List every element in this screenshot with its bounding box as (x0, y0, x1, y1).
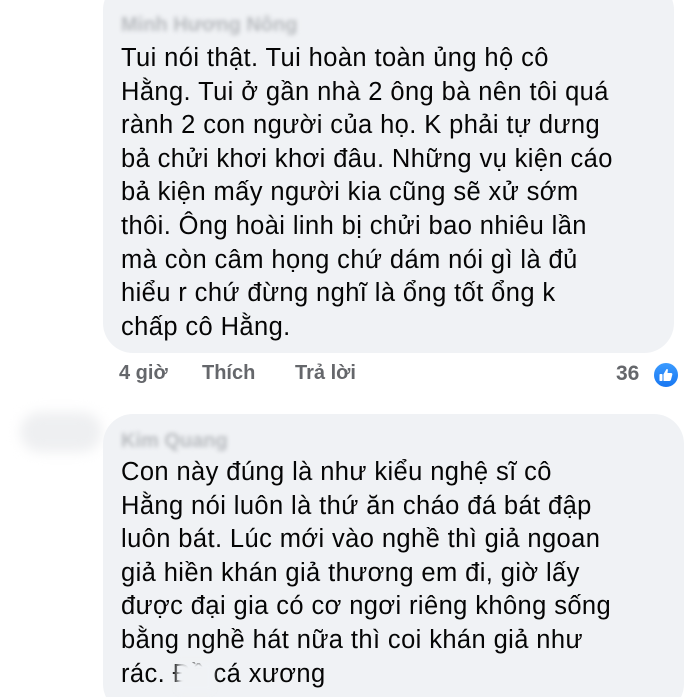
comment-thread: Minh Hương Nông Tui nói thật. Tui hoàn t… (0, 0, 700, 697)
reply-button[interactable]: Trả lời (295, 362, 356, 385)
comment-text: Con này đúng là như kiểu nghệ sĩ cô Hằng… (121, 458, 612, 688)
like-button[interactable]: Thích (202, 362, 255, 385)
thumbs-up-icon[interactable] (652, 361, 680, 389)
comment-author-name[interactable]: Kim Quang (121, 430, 228, 453)
comment-author-name[interactable]: Minh Hương Nông (121, 14, 297, 37)
comment-timestamp[interactable]: 4 giờ (119, 362, 168, 385)
redaction-blur (177, 662, 213, 692)
avatar[interactable] (20, 412, 102, 452)
comment-text: Tui nói thật. Tui hoàn toàn ủng hộ cô Hằ… (121, 44, 613, 341)
reaction-count[interactable]: 36 (616, 362, 639, 386)
thumbs-up-glyph (659, 368, 673, 381)
